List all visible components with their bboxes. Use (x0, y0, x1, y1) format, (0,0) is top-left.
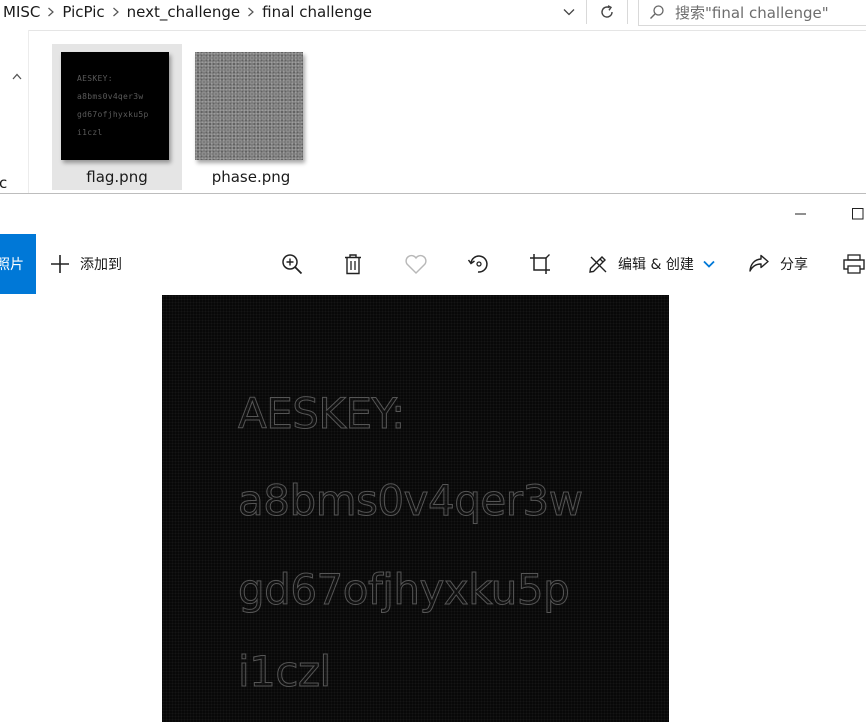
breadcrumb-misc[interactable]: MISC (0, 3, 43, 21)
navigation-pane: c (0, 30, 29, 193)
breadcrumb-next-challenge[interactable]: next_challenge (124, 3, 244, 21)
favorite-icon (405, 254, 427, 274)
chevron-right-icon[interactable] (108, 0, 124, 24)
plus-icon (51, 255, 69, 273)
maximize-icon (852, 208, 864, 220)
see-all-photos-button[interactable]: 照片 (0, 234, 36, 294)
edit-icon (589, 256, 607, 273)
refresh-button[interactable] (586, 0, 628, 24)
scroll-up-button[interactable] (8, 66, 26, 86)
file-name: phase.png (211, 168, 291, 186)
image-text-line: AESKEY: (238, 389, 406, 439)
thumbnail-text: AESKEY: a8bms0v4qer3w gd67ofjhyxku5p i1c… (77, 74, 149, 137)
crop-button[interactable] (529, 234, 551, 294)
chevron-right-icon[interactable] (43, 0, 59, 24)
chevron-down-icon (563, 9, 575, 16)
file-item-phase[interactable]: phase.png (186, 44, 316, 190)
maximize-button[interactable] (838, 194, 866, 234)
title-bar (0, 194, 866, 234)
address-bar: MISC PicPic next_challenge final challen… (0, 0, 866, 31)
image-text-line: i1czl (238, 647, 332, 697)
refresh-icon (601, 5, 613, 18)
print-icon (843, 254, 865, 274)
photo-canvas: AESKEY: a8bms0v4qer3w gd67ofjhyxku5p i1c… (162, 295, 669, 722)
breadcrumb: MISC PicPic next_challenge final challen… (0, 0, 375, 24)
rotate-button[interactable] (466, 234, 490, 294)
image-text-line: a8bms0v4qer3w (238, 476, 584, 526)
favorite-button[interactable] (404, 234, 428, 294)
add-to-button[interactable]: 添加到 (50, 234, 122, 294)
rotate-icon (467, 255, 488, 273)
minimize-icon (795, 213, 806, 215)
file-thumbnail: AESKEY: a8bms0v4qer3w gd67ofjhyxku5p i1c… (61, 52, 169, 160)
minimize-button[interactable] (778, 194, 824, 234)
nav-item-fragment[interactable]: c (0, 174, 7, 192)
chevron-right-icon[interactable] (243, 0, 259, 24)
print-button[interactable] (843, 234, 865, 294)
breadcrumb-picpic[interactable]: PicPic (59, 3, 107, 21)
photo-toolbar: 照片 添加到 编辑 & 创建 分享 (0, 234, 866, 294)
file-thumbnail (195, 52, 303, 160)
file-name: flag.png (86, 168, 148, 186)
file-item-flag[interactable]: AESKEY: a8bms0v4qer3w gd67ofjhyxku5p i1c… (52, 44, 182, 190)
share-button[interactable]: 分享 (748, 234, 808, 294)
image-text-line: gd67ofjhyxku5p (237, 565, 570, 615)
search-input[interactable]: 搜索"final challenge" (638, 0, 866, 26)
crop-icon (530, 254, 550, 274)
share-icon (749, 254, 769, 272)
zoom-in-icon (282, 254, 303, 275)
delete-button[interactable] (343, 234, 363, 294)
zoom-button[interactable] (281, 234, 303, 294)
search-icon (639, 0, 675, 24)
edit-create-button[interactable]: 编辑 & 创建 (587, 234, 715, 294)
photos-viewer-window: 照片 添加到 编辑 & 创建 分享 AESKEY: a8bms0v4qer3w … (0, 193, 866, 722)
breadcrumb-final-challenge[interactable]: final challenge (259, 3, 375, 21)
chevron-down-icon (703, 260, 715, 268)
chevron-up-icon (12, 73, 22, 79)
delete-icon (345, 254, 361, 275)
search-placeholder: 搜索"final challenge" (675, 3, 829, 22)
address-dropdown-button[interactable] (553, 0, 585, 24)
